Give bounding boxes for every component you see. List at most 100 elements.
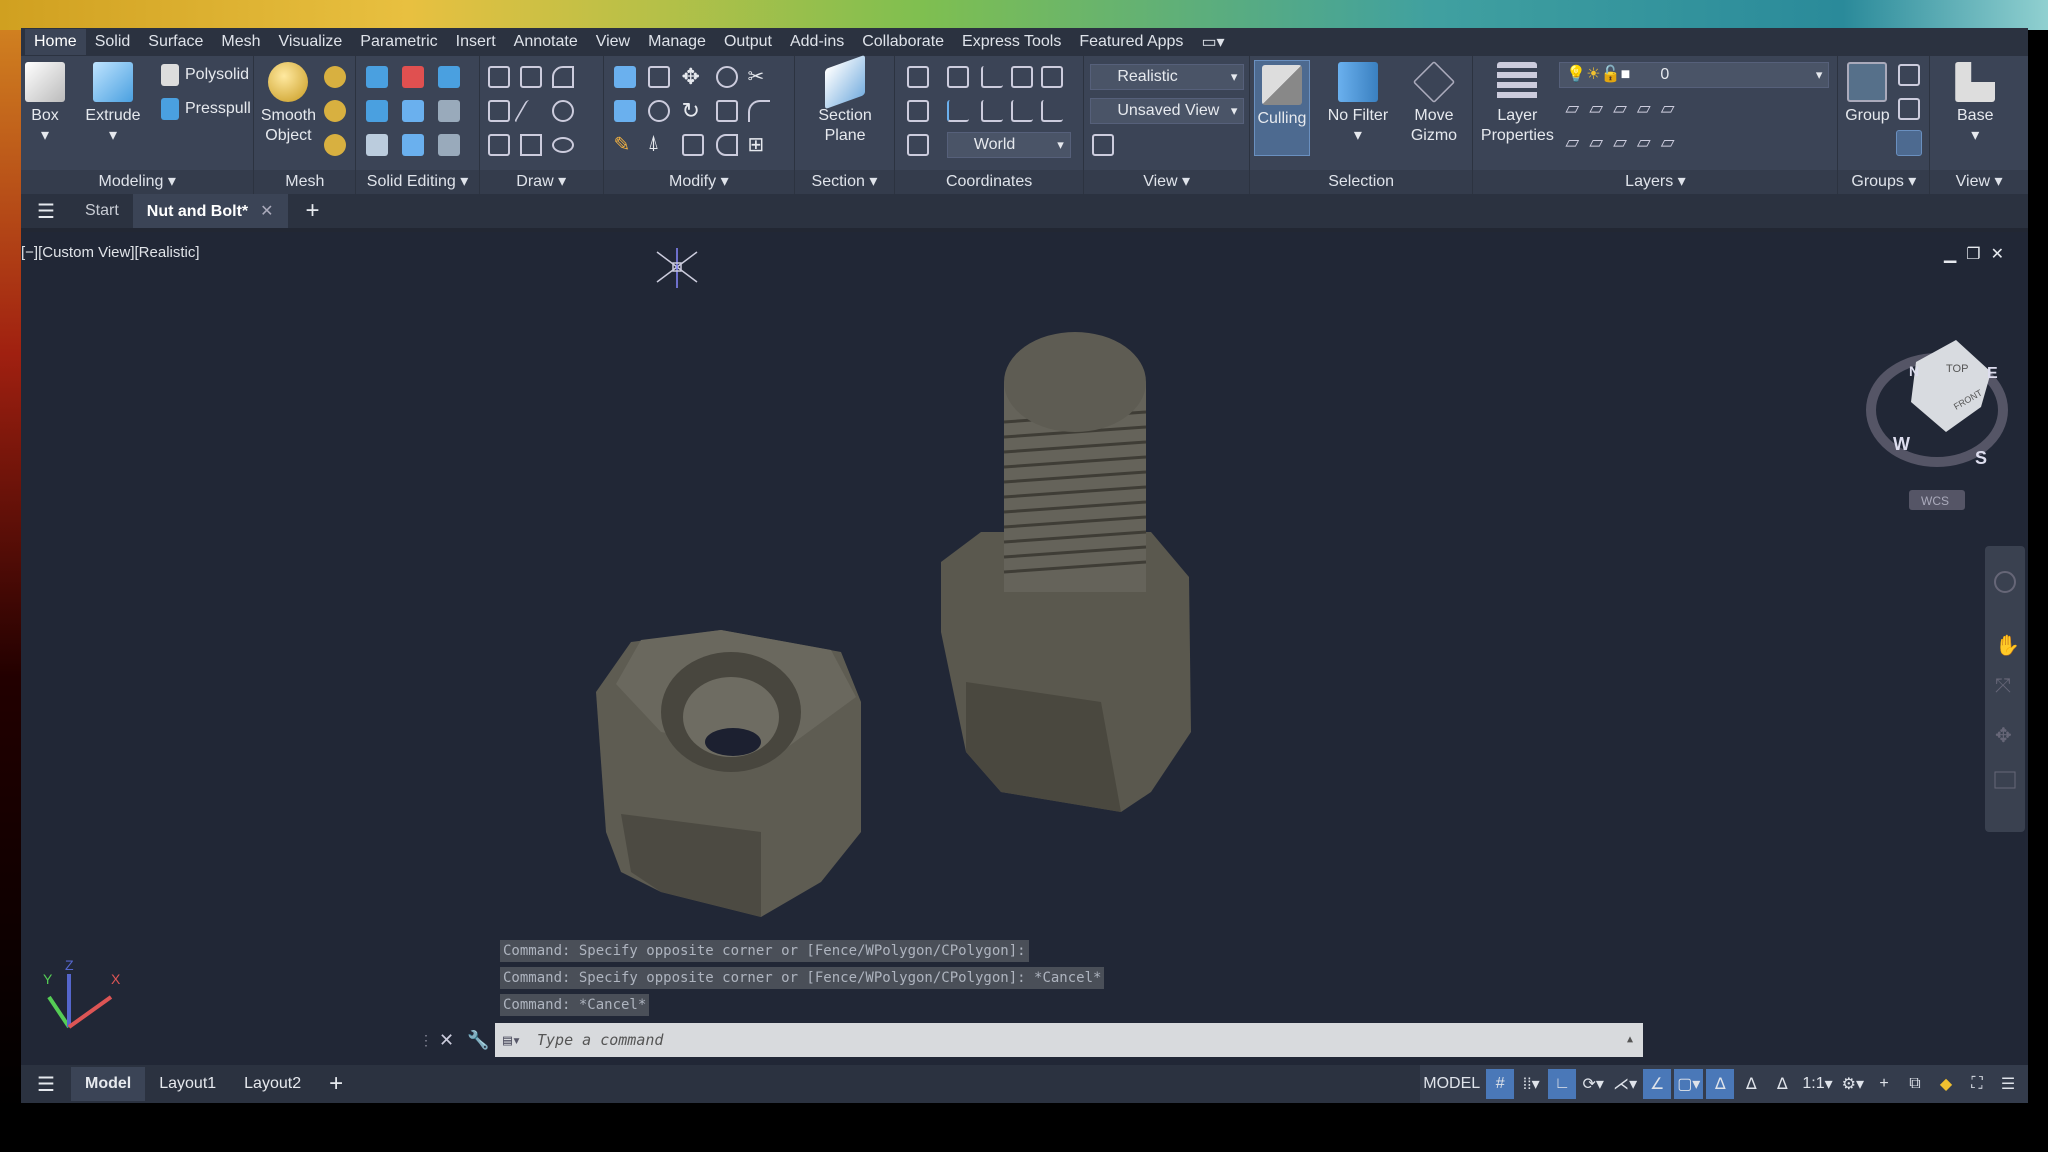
layout-menu-icon[interactable]: ☰ <box>21 1072 71 1097</box>
rectangle-icon[interactable] <box>519 134 542 156</box>
compass-w[interactable]: W <box>1893 434 1910 454</box>
presspull-button[interactable]: Presspull <box>161 98 251 120</box>
new-tab-button[interactable]: + <box>288 197 338 225</box>
intersect-icon[interactable] <box>366 100 389 122</box>
ribbon-minimize-icon[interactable]: ▭▾ <box>1192 28 1233 56</box>
new-layout-button[interactable]: + <box>315 1070 357 1098</box>
tab-output[interactable]: Output <box>715 29 781 55</box>
snap-toggle[interactable]: ⁞⁞▾ <box>1517 1069 1545 1099</box>
smooth-object-button[interactable]: Smooth Object <box>258 62 318 146</box>
tab-visualize[interactable]: Visualize <box>270 29 352 55</box>
ucs-view-icon[interactable] <box>946 66 969 88</box>
auto-scale-toggle[interactable]: ᐃ <box>1737 1069 1765 1099</box>
layer-properties-button[interactable]: Layer Properties <box>1477 62 1557 146</box>
tab-insert[interactable]: Insert <box>447 29 505 55</box>
ucs-x-icon[interactable] <box>980 66 1003 88</box>
annotation-scale-icon[interactable]: ᐃ <box>1768 1069 1796 1099</box>
isolate-objects-icon[interactable]: ◆ <box>1932 1069 1960 1099</box>
panel-modify-label[interactable]: Modify ▾ <box>603 170 795 194</box>
command-customize-icon[interactable]: 🔧 <box>467 1030 495 1051</box>
3d-scale-icon[interactable]: ⍋ <box>648 132 660 155</box>
viewport-config-icon[interactable] <box>1092 134 1115 156</box>
ucs-combo[interactable]: World <box>946 132 1071 158</box>
ortho-toggle[interactable]: ∟ <box>1548 1069 1577 1099</box>
customization-menu-icon[interactable]: ☰ <box>1994 1069 2022 1099</box>
move-icon[interactable]: ✥ <box>682 64 700 90</box>
command-history-toggle-icon[interactable]: ▲ <box>1627 1023 1633 1057</box>
ucs-previous-icon[interactable] <box>946 100 969 122</box>
close-tab-icon[interactable]: ✕ <box>260 203 273 220</box>
panel-solid-editing-label[interactable]: Solid Editing ▾ <box>356 170 479 194</box>
ellipse-icon[interactable] <box>551 137 574 153</box>
grid-toggle[interactable]: # <box>1486 1069 1515 1099</box>
tab-mesh[interactable]: Mesh <box>212 29 269 55</box>
layer-combo[interactable]: 💡☀🔓■ 0 <box>1559 62 1830 88</box>
polar-toggle[interactable]: ⟳▾ <box>1579 1069 1607 1099</box>
panel-section-label[interactable]: Section ▾ <box>795 170 894 194</box>
recent-commands-icon[interactable]: ▤▾ <box>503 1023 521 1057</box>
command-close-icon[interactable]: ✕ <box>439 1030 467 1051</box>
fillet-2d-icon[interactable] <box>747 100 770 122</box>
spline-icon[interactable] <box>487 100 510 122</box>
3d-rotate-icon[interactable] <box>647 100 670 122</box>
tab-start[interactable]: Start <box>71 202 133 220</box>
tab-express-tools[interactable]: Express Tools <box>953 29 1070 55</box>
layer-isolate-icon[interactable]: ▱ <box>1589 98 1603 119</box>
compass-s[interactable]: S <box>1975 448 1987 468</box>
group-edit-icon[interactable] <box>1898 98 1921 120</box>
extrude-button[interactable]: Extrude ▾ <box>83 62 143 146</box>
panel-layers-label[interactable]: Layers ▾ <box>1473 170 1838 194</box>
tab-collaborate[interactable]: Collaborate <box>853 29 953 55</box>
trim-icon[interactable]: ✂ <box>748 64 765 89</box>
start-menu-icon[interactable]: ☰ <box>21 199 71 224</box>
viewcube-top-label[interactable]: TOP <box>1946 363 1968 375</box>
ucs-named-icon[interactable] <box>906 134 929 156</box>
object-snap-tracking-toggle[interactable]: ∠ <box>1643 1069 1672 1099</box>
smooth-less-icon[interactable] <box>324 100 347 122</box>
panel-modeling-label[interactable]: Modeling ▾ <box>21 170 254 194</box>
drawing-viewport[interactable]: [−][Custom View][Realistic] ▁❐✕ TOP FRON… <box>21 232 2028 1065</box>
refine-mesh-icon[interactable] <box>324 134 347 156</box>
layer-thaw-icon[interactable]: ▱ <box>1613 132 1627 153</box>
polysolid-button[interactable]: Polysolid <box>161 64 249 86</box>
tab-parametric[interactable]: Parametric <box>351 29 446 55</box>
offset-icon[interactable] <box>715 134 738 156</box>
make-current-icon[interactable]: ▱ <box>1661 98 1675 119</box>
move-gizmo-button[interactable]: Move Gizmo <box>1402 60 1466 146</box>
box-button[interactable]: Box ▾ <box>25 62 65 146</box>
layer-freeze-icon[interactable]: ▱ <box>1613 98 1627 119</box>
ucs-z-icon[interactable] <box>1010 100 1033 122</box>
polygon-icon[interactable] <box>487 134 510 156</box>
panel-mesh-label[interactable]: Mesh <box>254 170 356 194</box>
named-view-combo[interactable]: Unsaved View <box>1090 98 1245 124</box>
layer-unlock-icon[interactable]: ▱ <box>1637 132 1651 153</box>
tab-annotate[interactable]: Annotate <box>505 29 587 55</box>
object-snap-toggle[interactable]: ▢▾ <box>1674 1069 1704 1099</box>
tab-layout2[interactable]: Layout2 <box>230 1075 315 1093</box>
polyline-icon[interactable] <box>487 66 510 88</box>
panel-coordinates-label[interactable]: Coordinates <box>894 170 1084 194</box>
layer-on-icon[interactable]: ▱ <box>1565 132 1579 153</box>
visual-style-combo[interactable]: Realistic <box>1090 64 1245 90</box>
3d-align-icon[interactable] <box>647 66 670 88</box>
smooth-more-icon[interactable] <box>324 66 347 88</box>
panel-draw-label[interactable]: Draw ▾ <box>479 170 603 194</box>
panel-view-base-label[interactable]: View ▾ <box>1930 170 2028 194</box>
line-icon[interactable] <box>513 100 549 122</box>
isodraft-toggle[interactable]: ⋌▾ <box>1610 1069 1640 1099</box>
command-input[interactable]: ▤▾ Type a command ▲ <box>495 1023 1643 1057</box>
navigation-bar[interactable]: ✋ ⤧ ✥ <box>1985 546 2025 832</box>
arc-icon[interactable] <box>551 66 574 88</box>
section-plane-button[interactable]: Section Plane <box>805 54 885 146</box>
tab-featured-apps[interactable]: Featured Apps <box>1070 29 1192 55</box>
ucs-3point-icon[interactable] <box>1040 100 1063 122</box>
ungroup-icon[interactable] <box>1898 64 1921 86</box>
tab-add-ins[interactable]: Add-ins <box>781 29 853 55</box>
fillet-edge-icon[interactable] <box>402 134 425 156</box>
rotate-icon[interactable]: ↻ <box>682 98 700 124</box>
compass-e[interactable]: E <box>1987 365 1998 382</box>
tab-solid[interactable]: Solid <box>86 29 140 55</box>
ucs-y-icon[interactable] <box>980 100 1003 122</box>
compass-n[interactable]: N <box>1909 363 1919 379</box>
tab-layout1[interactable]: Layout1 <box>145 1075 230 1093</box>
